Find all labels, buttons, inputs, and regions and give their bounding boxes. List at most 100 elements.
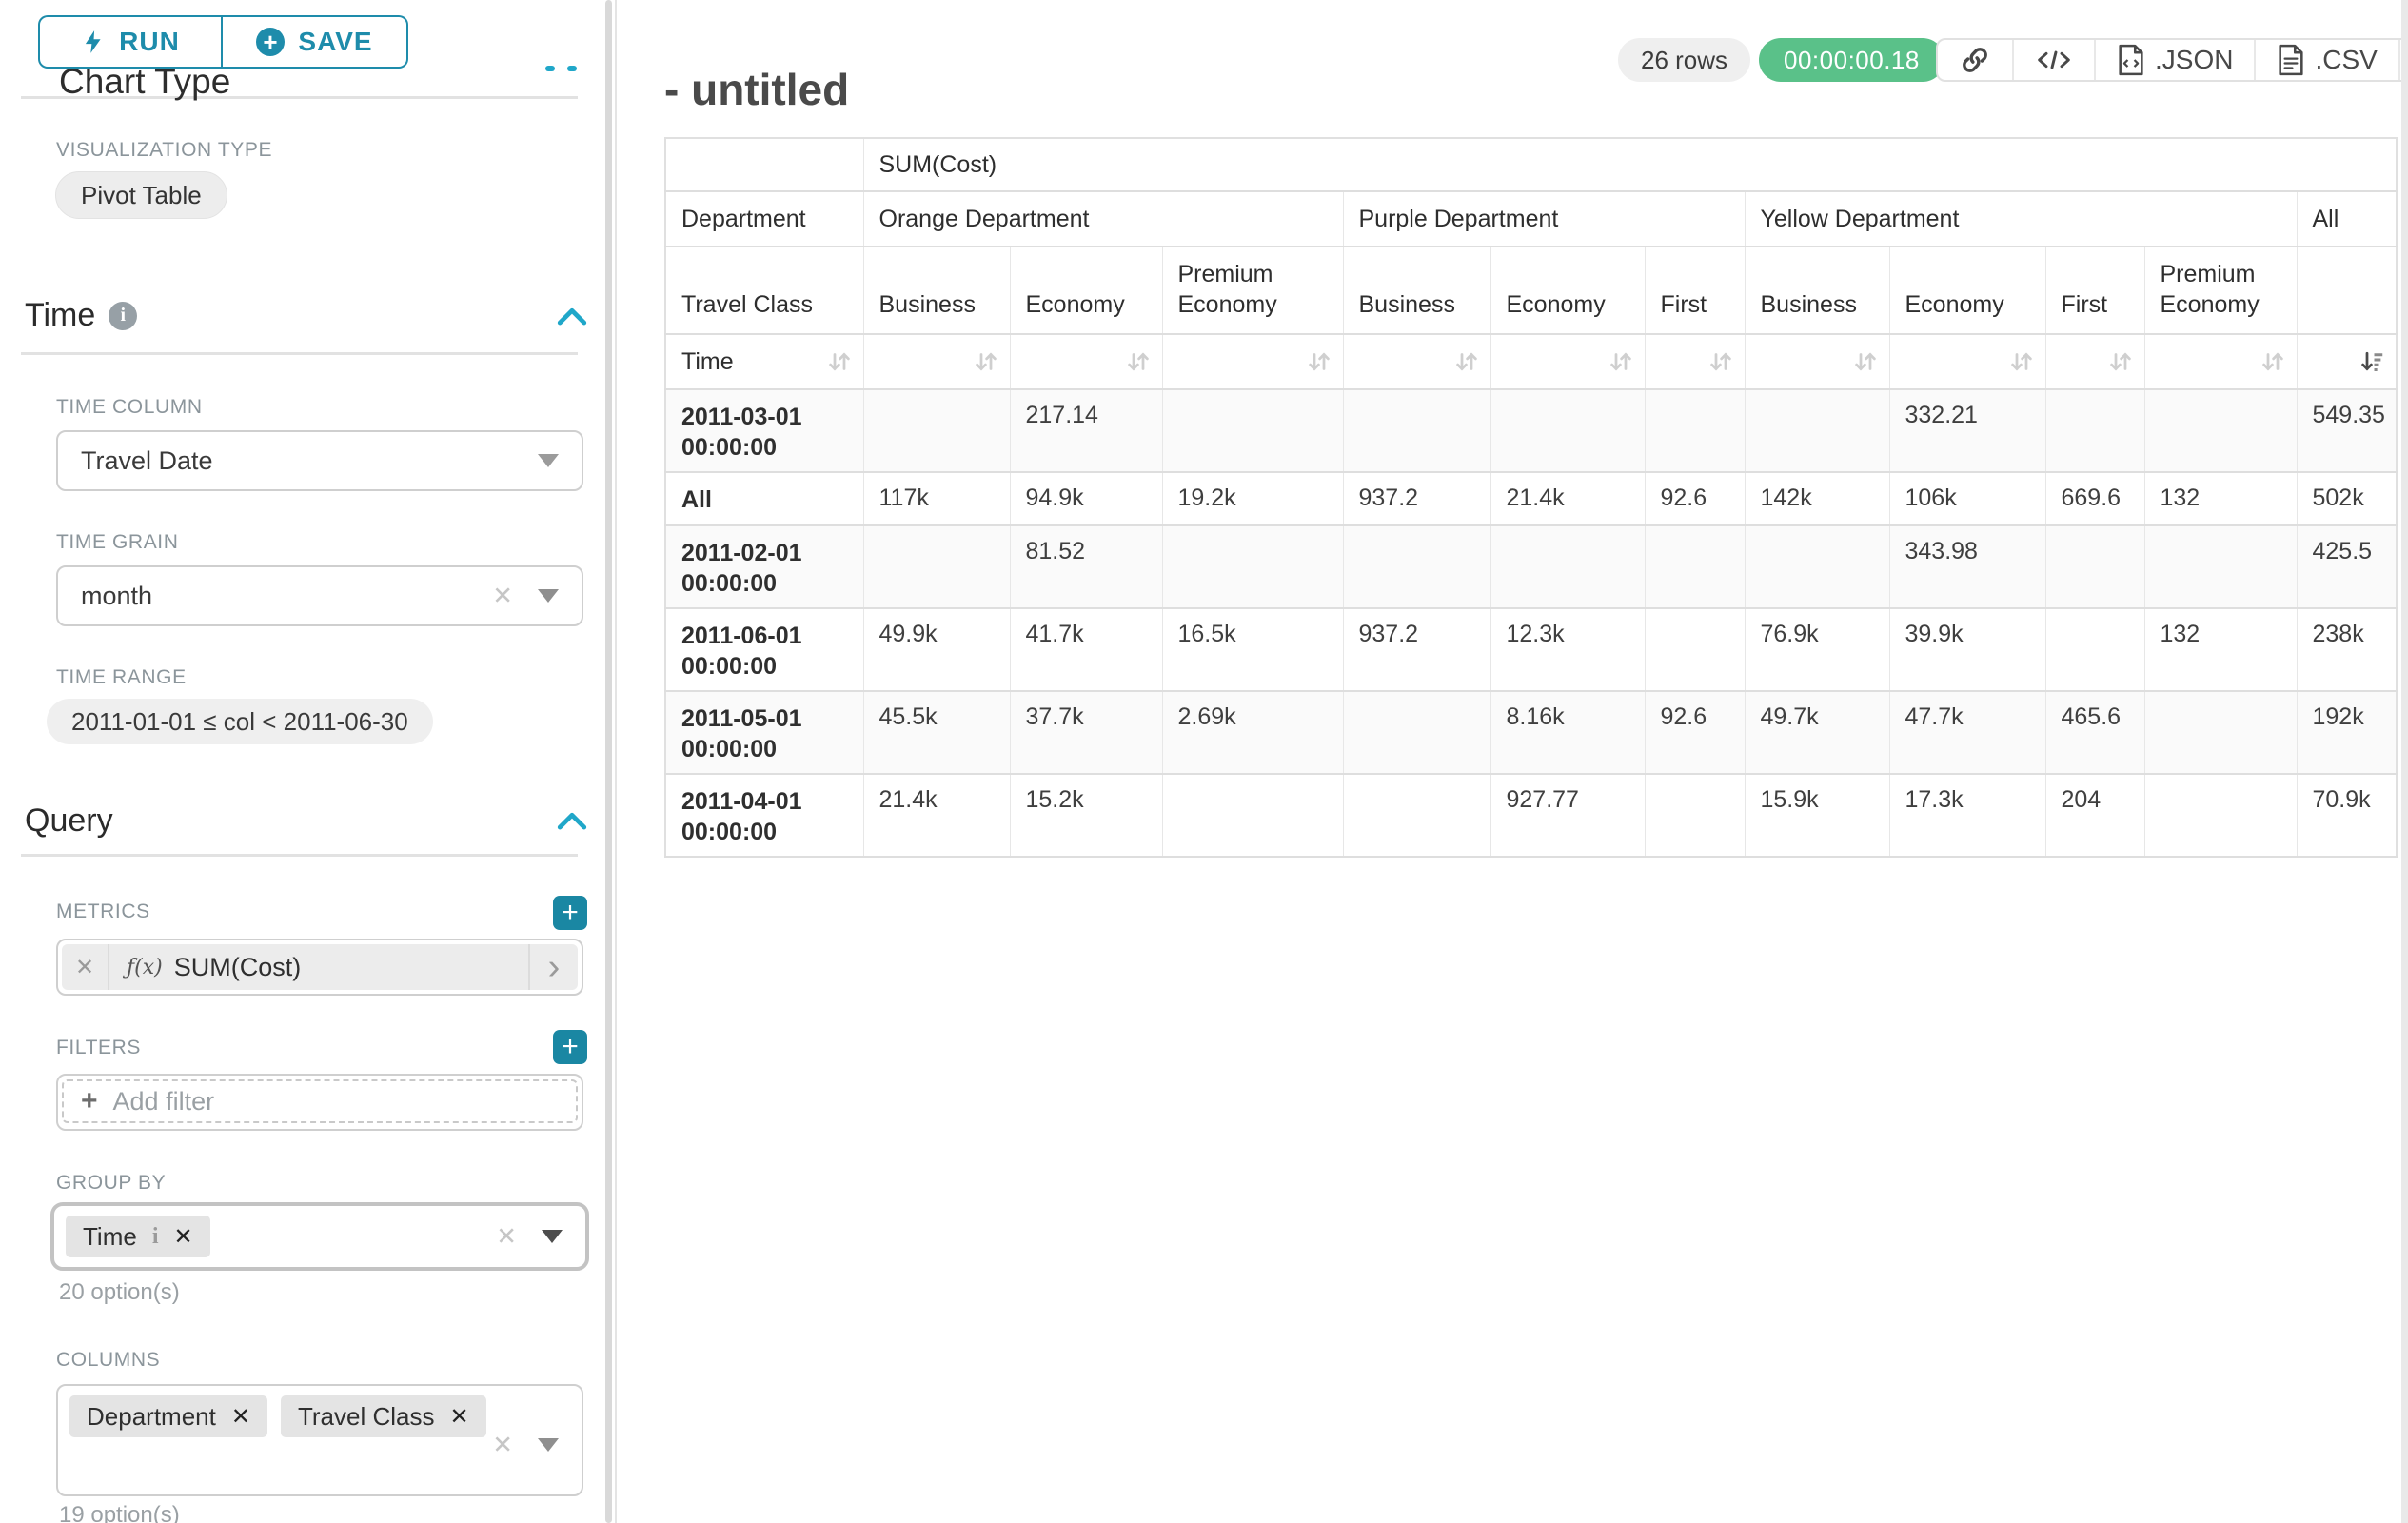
add-filter-button[interactable]: + [553,1030,587,1064]
time-range-pill[interactable]: 2011-01-01 ≤ col < 2011-06-30 [47,699,433,744]
value-cell: 17.3k [1889,774,2045,857]
chart-title[interactable]: - untitled [664,64,849,115]
time-section-header[interactable]: Time i [25,297,137,334]
sort-desc-icon[interactable] [2358,347,2386,376]
department-group-header: Orange Department [863,191,1343,247]
chevron-right-icon[interactable]: › [528,944,578,990]
plus-icon: + [81,1085,98,1118]
sort-icon[interactable] [2106,347,2135,376]
chevron-up-icon[interactable] [556,809,588,832]
travel-class-header: Economy [1010,247,1162,334]
time-grain-select[interactable]: month ✕ [56,565,583,626]
value-cell [1645,389,1745,472]
info-icon: i [109,302,137,330]
sortable-column-header[interactable] [2297,334,2397,389]
query-section-header[interactable]: Query [25,802,113,840]
export-csv-button[interactable]: .CSV [2254,40,2398,80]
value-cell [1162,774,1343,857]
value-cell: 937.2 [1343,608,1490,691]
function-icon: ƒ(x) [127,956,163,979]
table-row: 2011-02-0100:00:0081.52343.98425.5 [665,525,2397,608]
sort-icon[interactable] [1707,347,1735,376]
sort-icon[interactable] [2259,347,2287,376]
value-cell: 502k [2297,472,2397,525]
sidebar-scrollbar[interactable] [605,0,612,1523]
panel-drag-dot-icon[interactable] [545,66,555,71]
sortable-column-header[interactable] [1645,334,1745,389]
clear-icon[interactable]: ✕ [496,1222,517,1252]
time-section-title: Time [25,297,95,334]
value-cell: 343.98 [1889,525,2045,608]
add-filter-dropzone[interactable]: + Add filter [62,1079,578,1123]
export-json-label: .JSON [2155,45,2233,75]
filters-control: + Add filter [56,1074,583,1131]
columns-options-hint: 19 option(s) [59,1502,180,1523]
query-timer-badge: 00:00:00.18 [1759,38,1944,82]
value-cell [1343,774,1490,857]
sort-icon[interactable] [1452,347,1481,376]
time-axis-header[interactable]: Time [665,334,863,389]
time-column-select[interactable]: Travel Date [56,430,583,491]
sortable-column-header[interactable] [863,334,1010,389]
chevron-down-icon [542,1230,563,1243]
columns-token: Travel Class ✕ [281,1395,486,1437]
value-cell [1343,389,1490,472]
remove-metric-icon[interactable]: ✕ [62,944,109,990]
run-button[interactable]: RUN [38,15,222,69]
remove-token-icon[interactable]: ✕ [173,1223,192,1251]
sort-icon[interactable] [1607,347,1635,376]
value-cell [2144,525,2297,608]
department-group-header: Yellow Department [1745,191,2297,247]
value-cell: 45.5k [863,691,1010,774]
value-cell: 94.9k [1010,472,1162,525]
save-button-label: SAVE [298,27,372,57]
table-row: 2011-05-0100:00:0045.5k37.7k2.69k8.16k92… [665,691,2397,774]
sort-icon[interactable] [972,347,1000,376]
value-cell: 927.77 [1490,774,1645,857]
main-scrollbar[interactable] [2401,0,2408,1523]
row-header: 2011-03-0100:00:00 [665,389,863,472]
add-metric-button[interactable]: + [553,896,587,930]
metric-token[interactable]: ✕ ƒ(x) SUM(Cost) › [62,944,578,990]
value-cell: 669.6 [2045,472,2144,525]
sortable-column-header[interactable] [1343,334,1490,389]
group-by-select[interactable]: Time i ✕ ✕ [50,1202,589,1271]
code-icon [2035,45,2073,75]
clear-icon[interactable]: ✕ [492,1431,513,1460]
row-header: All [665,472,863,525]
sort-icon[interactable] [1305,347,1333,376]
sortable-column-header[interactable] [1745,334,1889,389]
sortable-column-header[interactable] [2045,334,2144,389]
remove-token-icon[interactable]: ✕ [449,1403,468,1431]
sortable-column-header[interactable] [1889,334,2045,389]
value-cell: 19.2k [1162,472,1343,525]
value-cell [2144,691,2297,774]
view-query-button[interactable] [2012,40,2094,80]
token-label: Travel Class [298,1402,435,1432]
sortable-column-header[interactable] [1490,334,1645,389]
save-button[interactable]: + SAVE [222,15,408,69]
remove-token-icon[interactable]: ✕ [231,1403,250,1431]
visualization-type-pill[interactable]: Pivot Table [55,171,227,219]
panel-drag-dot-icon[interactable] [567,66,577,71]
sort-icon[interactable] [825,347,854,376]
export-json-button[interactable]: .JSON [2094,40,2254,80]
clear-icon[interactable]: ✕ [492,582,513,611]
chevron-up-icon[interactable] [556,305,588,327]
control-panel: Chart Type RUN + SAVE VISUALIZATION TYPE… [0,0,617,1523]
sortable-column-header[interactable] [1162,334,1343,389]
share-link-button[interactable] [1938,40,2012,80]
sortable-column-header[interactable] [1010,334,1162,389]
row-header: 2011-06-0100:00:00 [665,608,863,691]
sortable-column-header[interactable] [2144,334,2297,389]
sort-icon[interactable] [1851,347,1880,376]
metric-name: SUM(Cost) [174,953,302,982]
chevron-down-icon [538,1438,559,1452]
sort-icon[interactable] [1124,347,1153,376]
value-cell [1162,389,1343,472]
sort-icon[interactable] [2007,347,2036,376]
value-cell [1490,525,1645,608]
columns-select[interactable]: Department ✕ Travel Class ✕ ✕ [56,1384,583,1496]
time-column-label: TIME COLUMN [56,396,203,419]
value-cell: 142k [1745,472,1889,525]
